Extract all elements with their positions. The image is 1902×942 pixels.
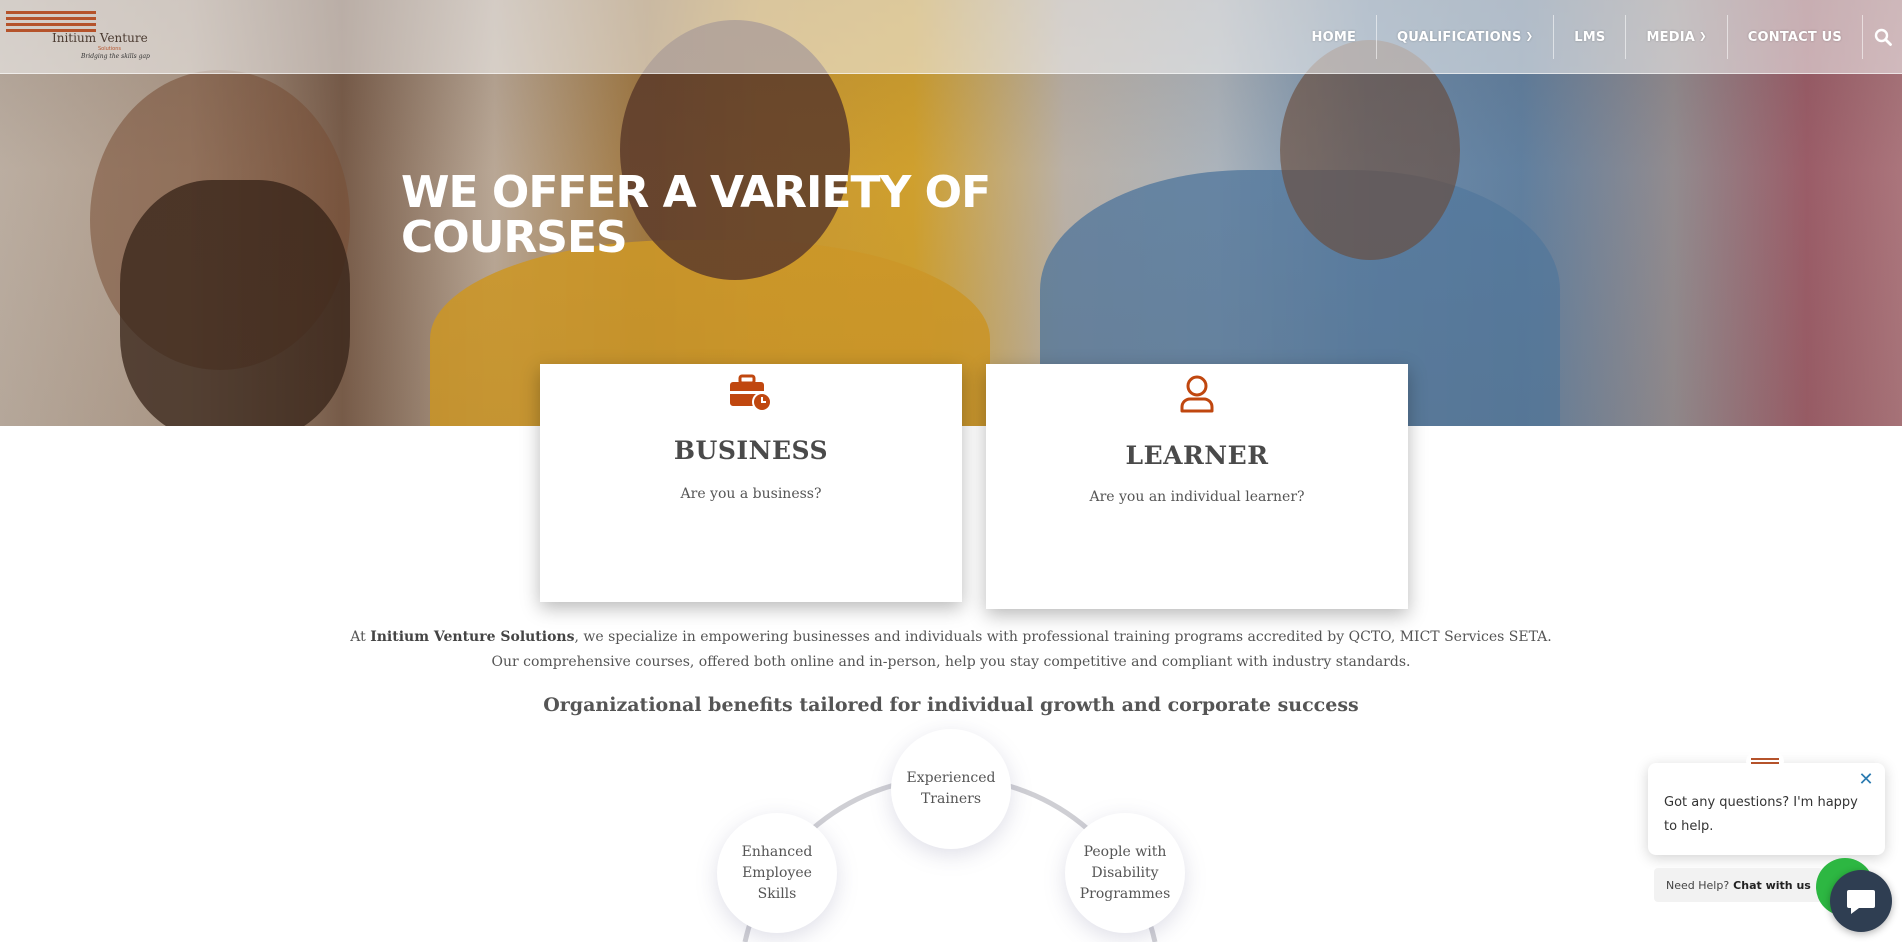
benefit-disability-programmes: People with Disability Programmes	[1065, 813, 1185, 933]
chat-avatar	[1746, 749, 1784, 773]
chat-popup: ✕ Got any questions? I'm happy to help.	[1648, 749, 1885, 855]
chat-cta-label[interactable]: Need Help? Chat with us	[1654, 868, 1823, 902]
chat-message: Got any questions? I'm happy to help.	[1664, 795, 1858, 834]
chat-icon	[1847, 890, 1875, 914]
page: WE OFFER A VARIETY OF COURSES Initium Ve…	[0, 0, 1902, 942]
benefit-experienced-trainers: Experienced Trainers	[891, 729, 1011, 849]
close-icon[interactable]: ✕	[1857, 771, 1875, 789]
benefit-enhanced-skills: Enhanced Employee Skills	[717, 813, 837, 933]
chat-launcher-button[interactable]	[1830, 870, 1892, 932]
